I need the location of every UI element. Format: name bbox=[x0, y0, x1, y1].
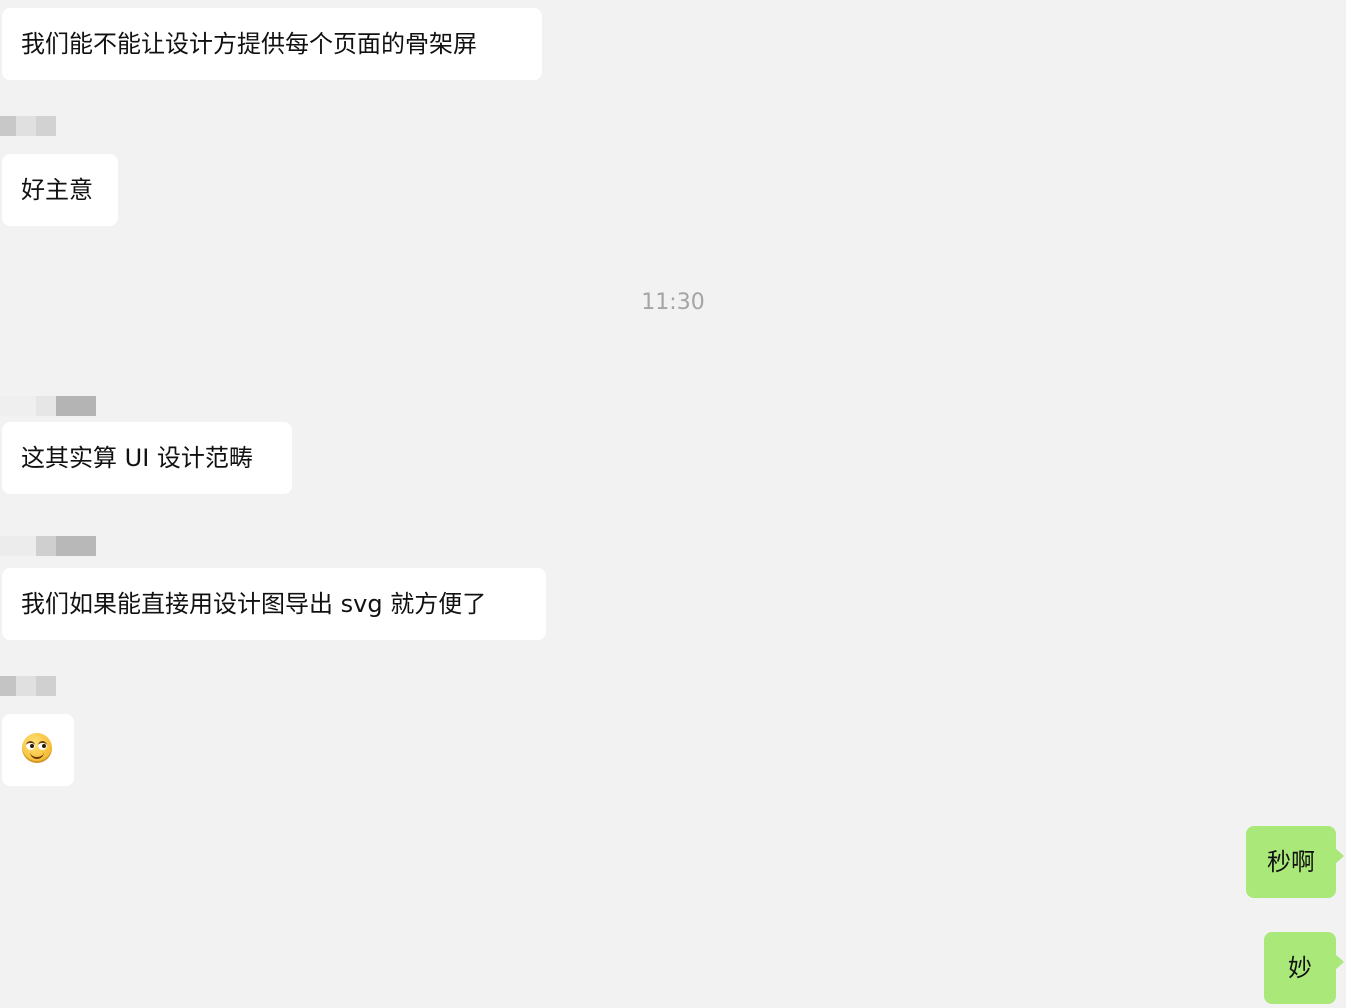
message-bubble-incoming[interactable]: 好主意 bbox=[2, 154, 118, 226]
emoji-eye bbox=[26, 741, 35, 750]
message-text: 这其实算 UI 设计范畴 bbox=[21, 444, 253, 472]
message-text: 我们如果能直接用设计图导出 svg 就方便了 bbox=[21, 590, 487, 618]
message-bubble-incoming[interactable]: 这其实算 UI 设计范畴 bbox=[2, 422, 292, 494]
emoji-eye bbox=[38, 741, 47, 750]
message-bubble-outgoing[interactable]: 妙 bbox=[1264, 932, 1344, 1004]
message-bubble-incoming[interactable]: 我们如果能直接用设计图导出 svg 就方便了 bbox=[2, 568, 546, 640]
message-text: 妙 bbox=[1288, 954, 1312, 982]
message-bubble-incoming-emoji[interactable] bbox=[2, 714, 74, 786]
smirk-emoji-icon bbox=[22, 733, 52, 763]
message-text: 我们能不能让设计方提供每个页面的骨架屏 bbox=[21, 30, 477, 58]
sender-name-pixelated bbox=[0, 396, 96, 416]
message-bubble-incoming[interactable]: 我们能不能让设计方提供每个页面的骨架屏 bbox=[2, 8, 542, 80]
sender-name-pixelated bbox=[0, 116, 56, 136]
message-text: 秒啊 bbox=[1267, 848, 1315, 876]
emoji-mouth bbox=[30, 751, 44, 759]
timestamp: 11:30 bbox=[641, 290, 705, 315]
message-bubble-outgoing[interactable]: 秒啊 bbox=[1246, 826, 1344, 898]
sender-name-pixelated bbox=[0, 676, 56, 696]
sender-name-pixelated bbox=[0, 536, 96, 556]
message-text: 好主意 bbox=[21, 176, 93, 204]
